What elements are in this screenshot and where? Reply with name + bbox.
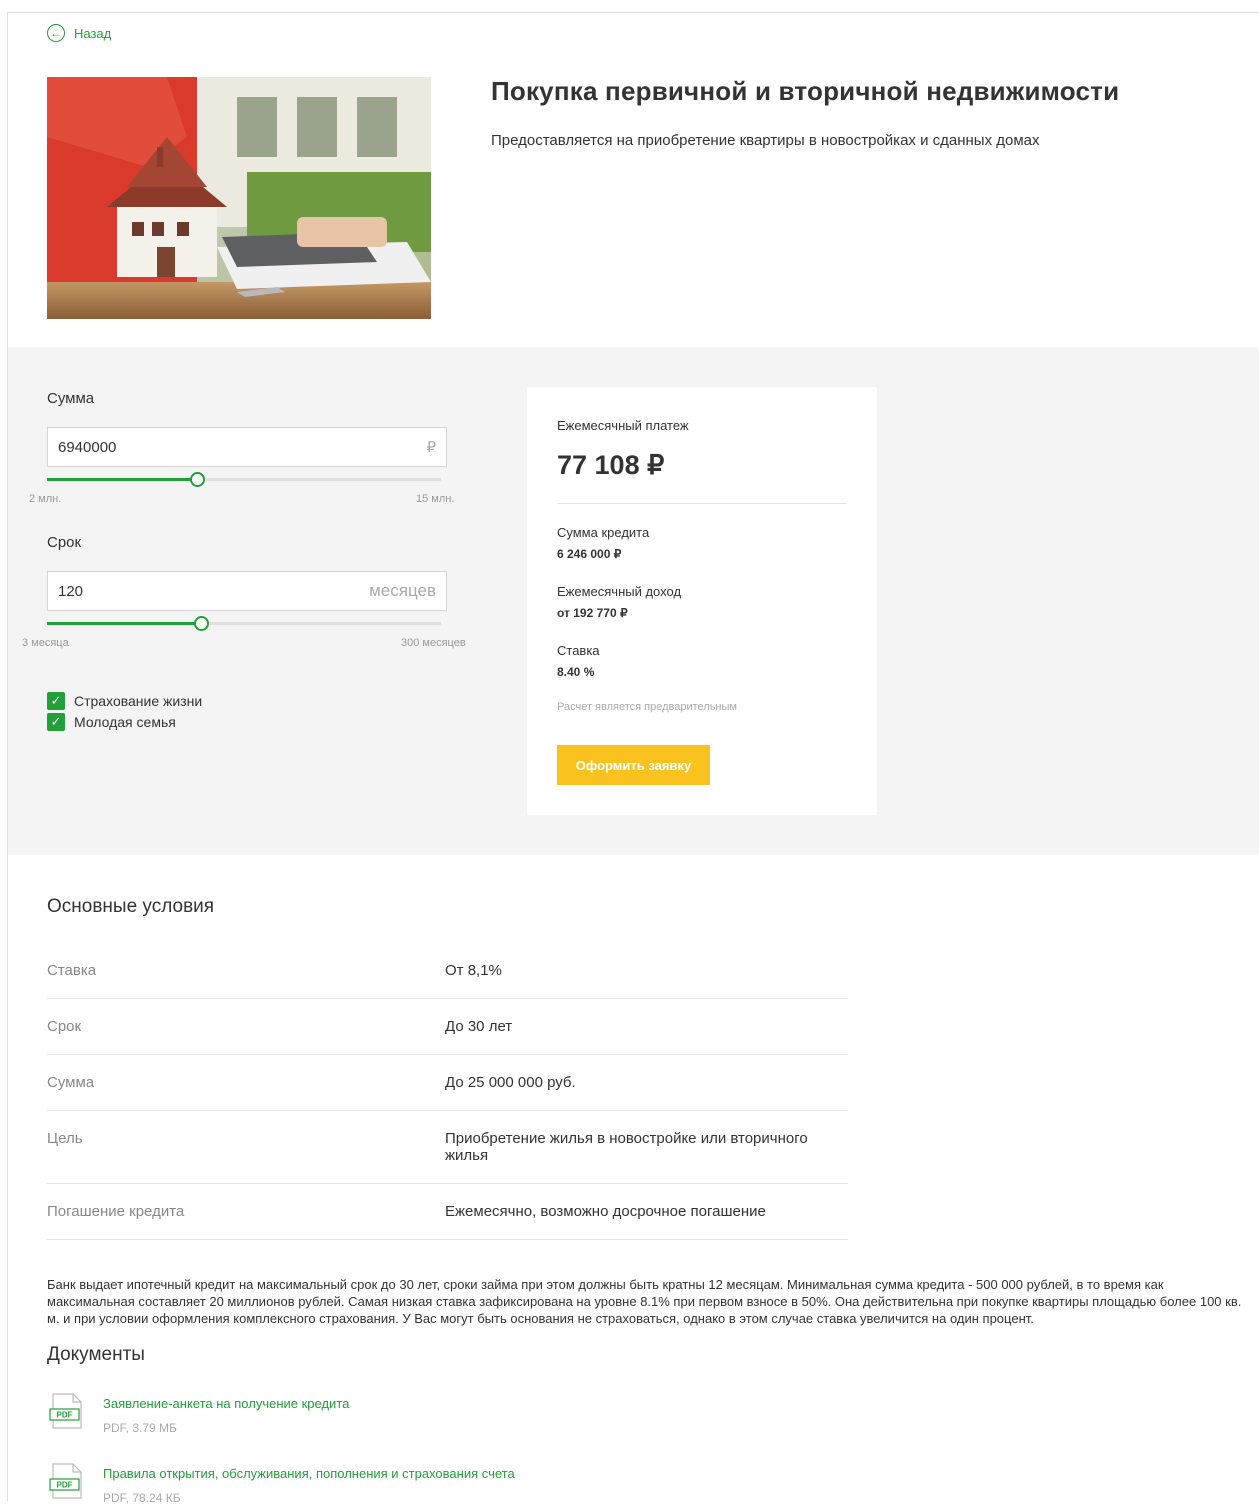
- amount-min-label: 2 млн.: [29, 493, 62, 505]
- term-max-label: 300 месяцев: [401, 637, 466, 649]
- credit-amount-value: 6 246 000 ₽: [557, 547, 622, 561]
- amount-value: 6940000: [58, 438, 117, 456]
- term-slider-fill: [47, 622, 201, 625]
- condition-key: Срок: [47, 1018, 82, 1035]
- condition-value: Приобретение жилья в новостройке или вто…: [445, 1130, 808, 1164]
- credit-amount-label: Сумма кредита: [557, 525, 650, 540]
- term-slider-handle[interactable]: [193, 616, 209, 631]
- back-link[interactable]: ← Назад: [47, 24, 111, 42]
- condition-key: Сумма: [47, 1074, 95, 1091]
- term-min-label: 3 месяца: [22, 637, 69, 649]
- pdf-file-icon: PDF: [49, 1393, 82, 1429]
- result-card: Ежемесячный платеж 77 108 ₽ Сумма кредит…: [527, 387, 877, 815]
- condition-row: Срок До 30 лет: [47, 999, 848, 1055]
- monthly-payment-label: Ежемесячный платеж: [557, 418, 689, 433]
- checkbox-label: Страхование жизни: [74, 693, 203, 709]
- amount-slider-fill: [47, 478, 197, 481]
- checkbox-life-insurance[interactable]: ✓ Страхование жизни: [47, 692, 202, 710]
- svg-text:PDF: PDF: [57, 1411, 73, 1420]
- condition-key: Погашение кредита: [47, 1203, 185, 1220]
- condition-value: От 8,1%: [445, 962, 502, 979]
- condition-value: До 25 000 000 руб.: [445, 1074, 576, 1091]
- term-value: 120: [58, 582, 84, 600]
- document-meta: PDF, 3.79 МБ: [103, 1421, 177, 1435]
- checkmark-icon: ✓: [47, 692, 65, 710]
- checkbox-label: Молодая семья: [74, 714, 176, 730]
- preliminary-note: Расчет является предварительным: [557, 701, 737, 713]
- rate-label: Ставка: [557, 643, 600, 658]
- condition-row: Сумма До 25 000 000 руб.: [47, 1055, 848, 1111]
- monthly-income-value: от 192 770 ₽: [557, 606, 628, 620]
- pdf-file-icon: PDF: [49, 1463, 82, 1499]
- checkbox-young-family[interactable]: ✓ Молодая семья: [47, 713, 176, 731]
- page-title: Покупка первичной и вторичной недвижимос…: [491, 76, 1120, 106]
- condition-key: Ставка: [47, 962, 97, 979]
- document-link[interactable]: Заявление-анкета на получение кредита: [103, 1396, 349, 1411]
- document-meta: PDF, 78.24 КБ: [103, 1491, 181, 1505]
- term-input[interactable]: 120 месяцев: [47, 571, 447, 611]
- checkmark-icon: ✓: [47, 713, 65, 731]
- condition-row: Цель Приобретение жилья в новостройке ил…: [47, 1111, 848, 1184]
- condition-row: Погашение кредита Ежемесячно, возможно д…: [47, 1184, 848, 1240]
- term-unit: месяцев: [369, 581, 436, 600]
- hero-image: [47, 77, 431, 319]
- document-item[interactable]: PDF Правила открытия, обслуживания, попо…: [47, 1462, 515, 1505]
- description-text: Банк выдает ипотечный кредит на максимал…: [47, 1277, 1242, 1326]
- condition-value: До 30 лет: [445, 1018, 513, 1035]
- amount-input[interactable]: 6940000 ₽: [47, 427, 447, 467]
- condition-key: Цель: [47, 1130, 83, 1147]
- monthly-payment-value: 77 108 ₽: [557, 450, 665, 480]
- amount-slider[interactable]: [47, 472, 441, 487]
- term-slider[interactable]: [47, 616, 441, 631]
- amount-label: Сумма: [47, 390, 95, 407]
- page-subtitle: Предоставляется на приобретение квартиры…: [491, 132, 1040, 149]
- condition-value: Ежемесячно, возможно досрочное погашение: [445, 1203, 766, 1220]
- condition-row: Ставка От 8,1%: [47, 943, 848, 999]
- rate-value: 8.40 %: [557, 665, 595, 679]
- amount-slider-handle[interactable]: [189, 472, 205, 487]
- arrow-left-icon: ←: [47, 24, 65, 42]
- divider: [557, 503, 847, 504]
- document-link[interactable]: Правила открытия, обслуживания, пополнен…: [103, 1466, 515, 1481]
- document-item[interactable]: PDF Заявление-анкета на получение кредит…: [47, 1392, 349, 1435]
- svg-text:PDF: PDF: [57, 1481, 73, 1490]
- term-label: Срок: [47, 534, 82, 551]
- conditions-table: Ставка От 8,1% Срок До 30 лет Сумма До 2…: [47, 943, 848, 1240]
- documents-title: Документы: [47, 1344, 145, 1365]
- back-label: Назад: [74, 25, 112, 41]
- monthly-income-label: Ежемесячный доход: [557, 584, 682, 599]
- apply-button[interactable]: Оформить заявку: [557, 745, 710, 785]
- house-calculator-illustration: [47, 77, 431, 319]
- amount-max-label: 15 млн.: [416, 493, 455, 505]
- ruble-icon: ₽: [426, 439, 436, 456]
- conditions-title: Основные условия: [47, 896, 215, 917]
